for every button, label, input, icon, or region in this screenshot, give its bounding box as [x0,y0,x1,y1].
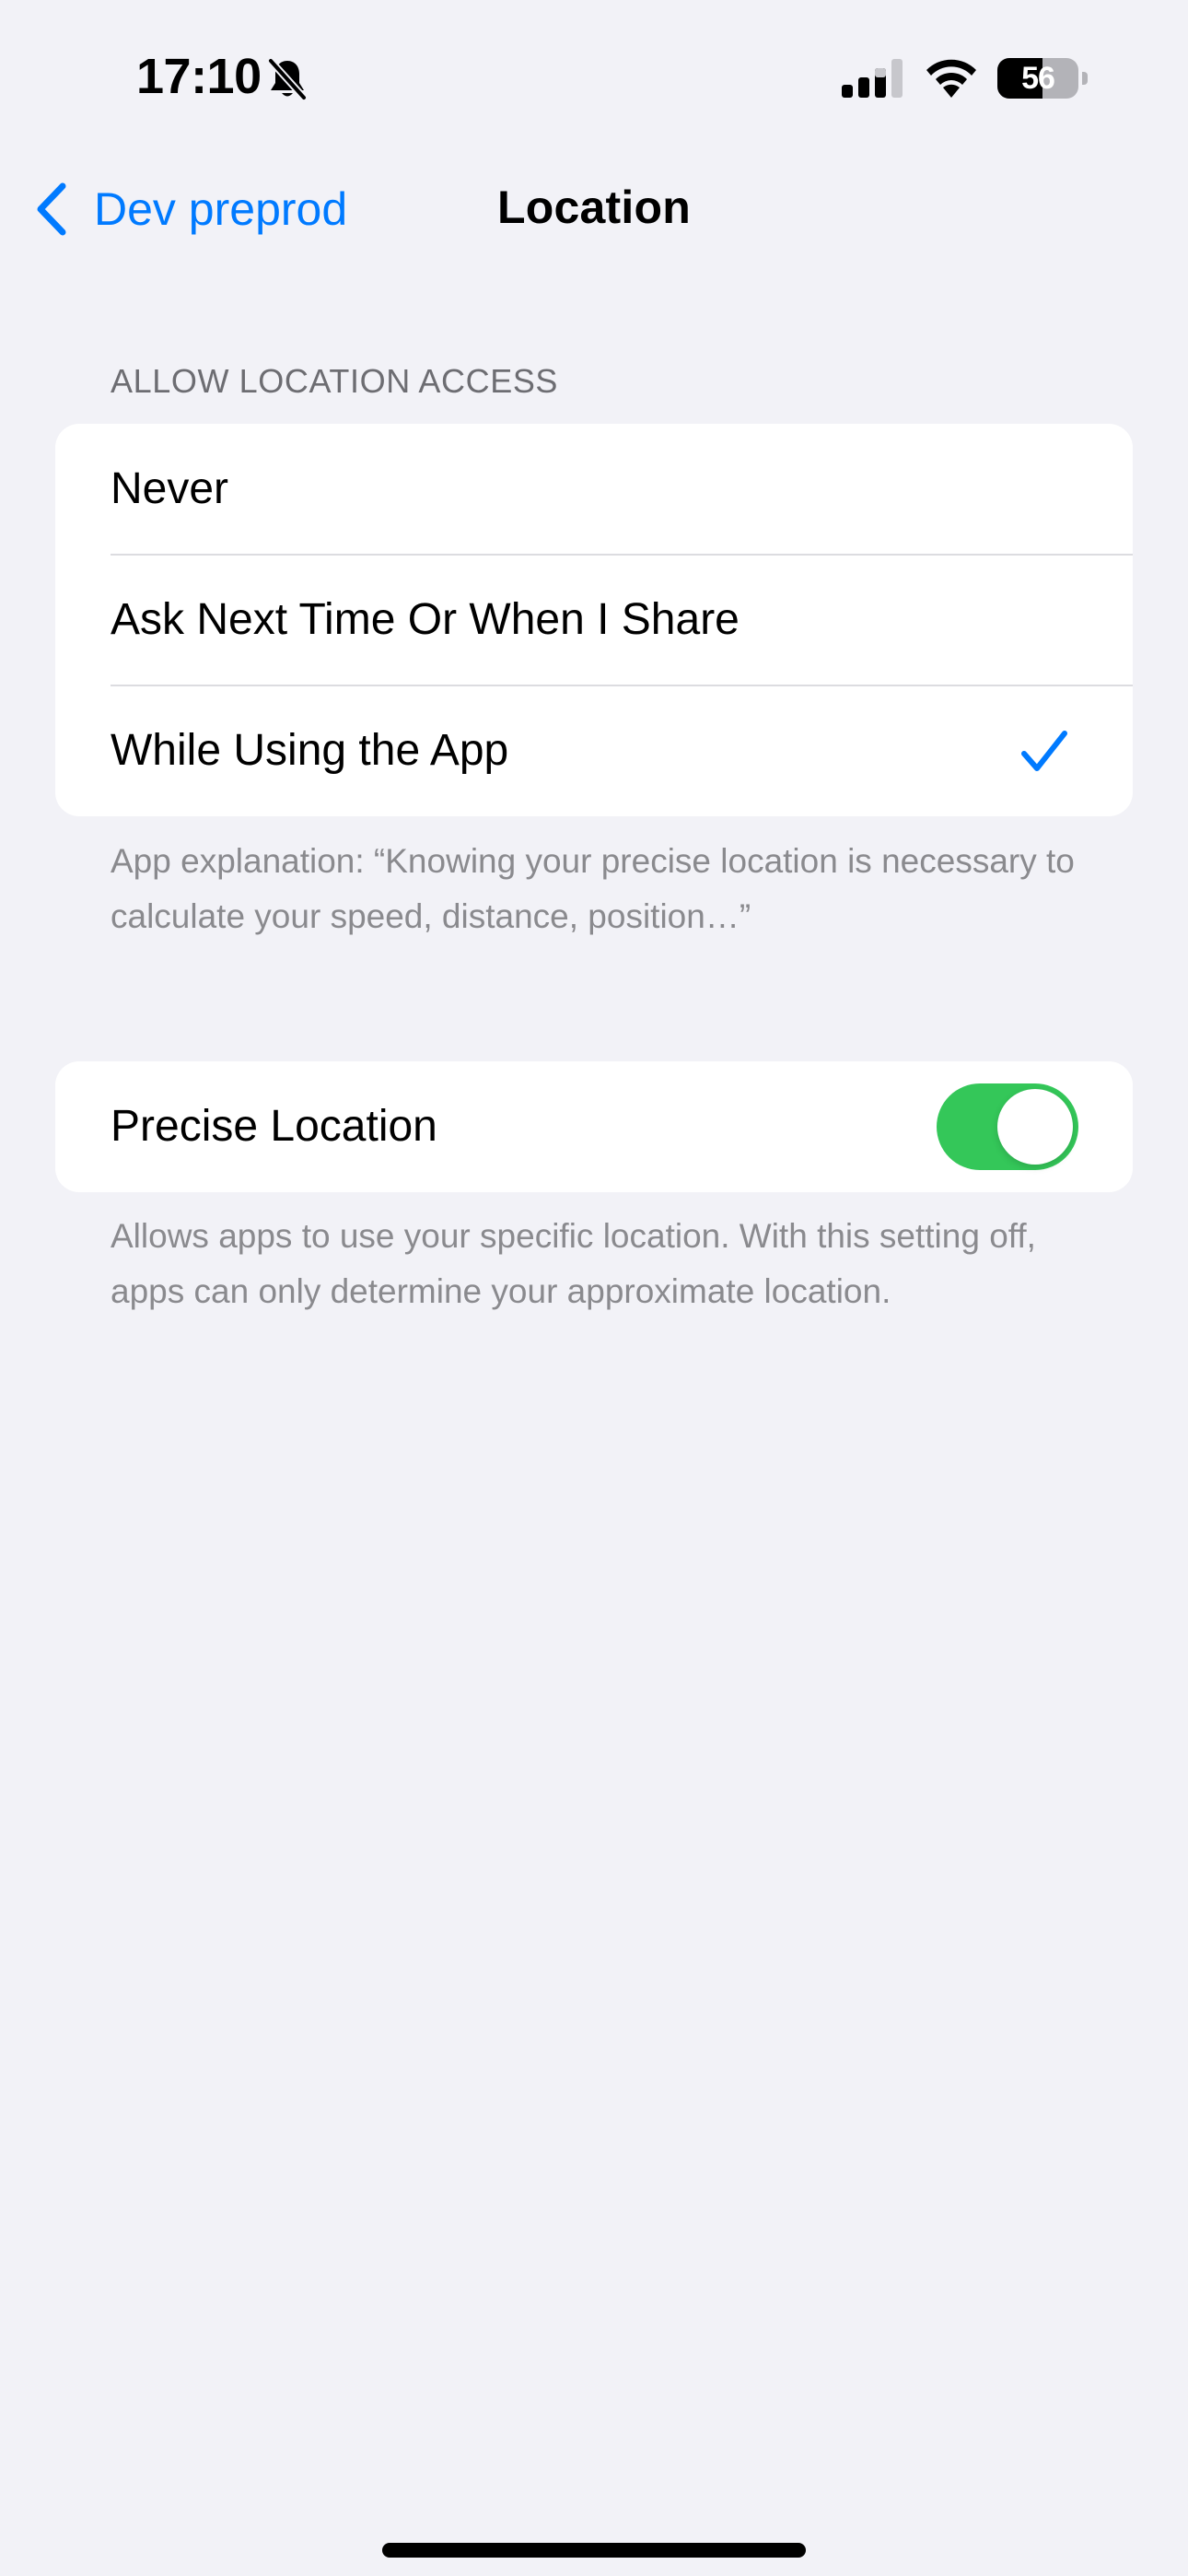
location-access-options: Never Ask Next Time Or When I Share Whil… [55,424,1133,816]
section-header-location-access: ALLOW LOCATION ACCESS [111,362,559,400]
option-never[interactable]: Never [55,424,1133,555]
option-ask-next-time[interactable]: Ask Next Time Or When I Share [55,555,1133,685]
precise-location-row: Precise Location [55,1061,1133,1192]
battery-level: 56 [1021,61,1055,96]
status-bar: 17:10 56 [0,0,1188,157]
home-indicator[interactable] [382,2543,806,2558]
precise-location-group: Precise Location [55,1061,1133,1192]
precise-location-label: Precise Location [111,1102,437,1151]
toggle-knob [997,1089,1073,1165]
battery-icon: 56 [997,58,1088,99]
back-button-label: Dev preprod [94,183,348,235]
wifi-icon [926,59,976,98]
checkmark-icon [1021,731,1067,771]
option-label: Ask Next Time Or When I Share [111,595,740,644]
precise-location-explanation: Allows apps to use your specific locatio… [111,1217,1036,1310]
status-time: 17:10 [136,49,262,104]
location-access-explanation: App explanation: “Knowing your precise l… [111,842,1075,935]
option-while-using-app[interactable]: While Using the App [55,685,1133,816]
option-label: While Using the App [111,726,509,775]
option-label: Never [111,464,229,513]
back-button[interactable]: Dev preprod [33,175,347,243]
bell-slash-icon [267,57,308,101]
chevron-left-icon [37,182,66,236]
cellular-signal-icon [842,59,903,98]
precise-location-toggle[interactable] [937,1083,1078,1170]
